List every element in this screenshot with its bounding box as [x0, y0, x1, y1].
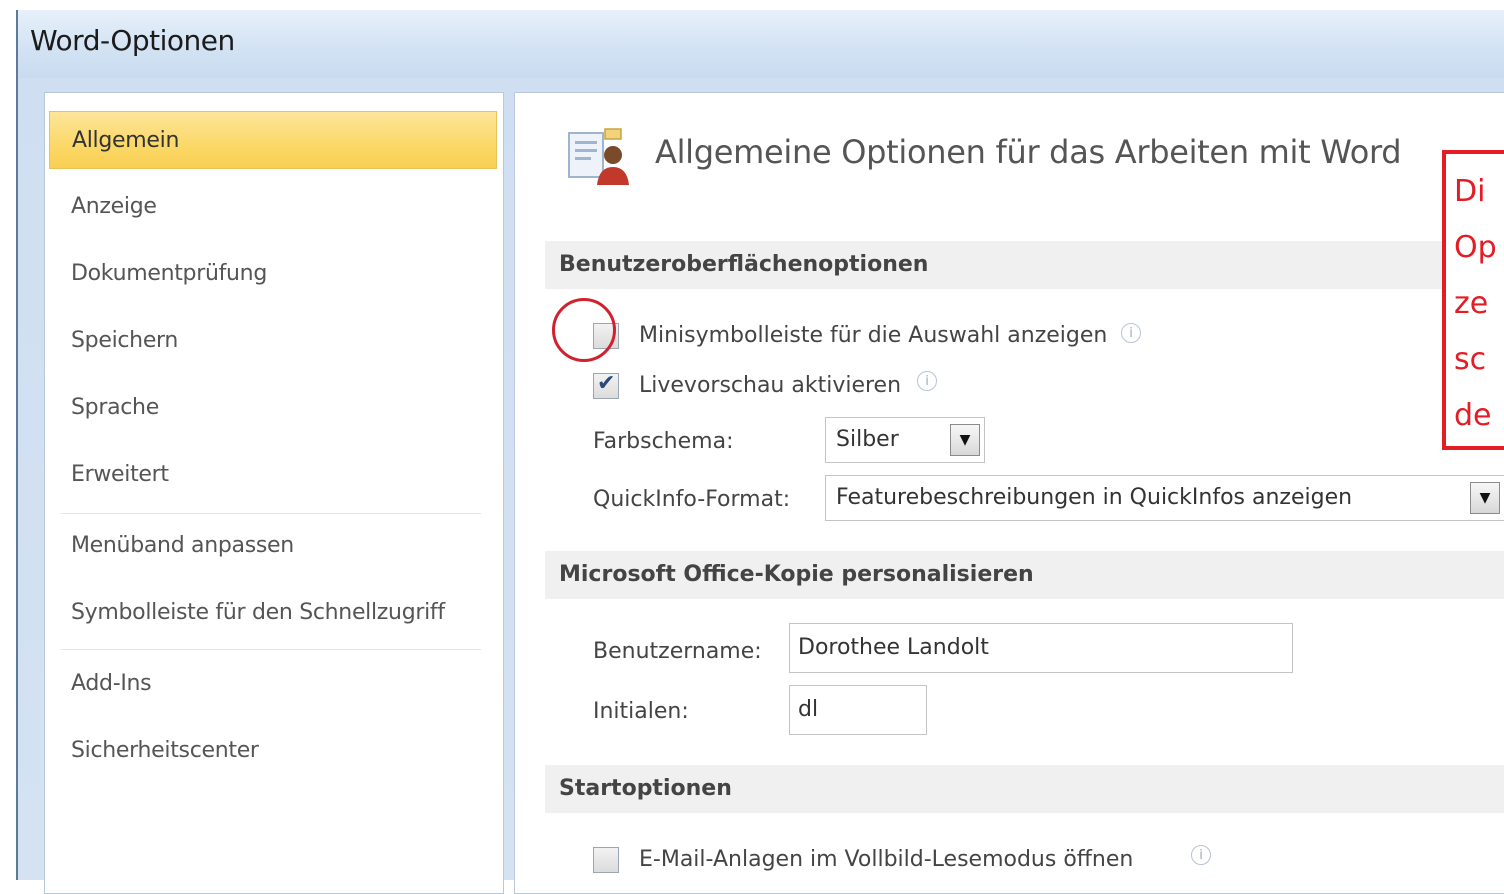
quickinfo-label: QuickInfo-Format: — [593, 487, 791, 512]
quickinfo-value: Featurebeschreibungen in QuickInfos anze… — [836, 485, 1353, 510]
sidebar-item-sprache[interactable]: Sprache — [49, 379, 497, 437]
sidebar-item-anzeige[interactable]: Anzeige — [49, 178, 497, 236]
sidebar-divider — [61, 513, 481, 514]
highlight-circle — [552, 298, 616, 362]
page-title: Allgemeine Optionen für das Arbeiten mit… — [655, 133, 1402, 171]
window-title: Word-Optionen — [30, 24, 235, 57]
quickinfo-dropdown[interactable]: Featurebeschreibungen in QuickInfos anze… — [825, 475, 1504, 521]
chevron-down-icon[interactable]: ▼ — [1470, 482, 1500, 514]
word-options-dialog: Word-Optionen Allgemein Anzeige Dokument… — [16, 10, 1504, 894]
sidebar-item-erweitert[interactable]: Erweitert — [49, 446, 497, 504]
username-field[interactable]: Dorothee Landolt — [789, 623, 1293, 673]
email-fullscreen-checkbox[interactable] — [593, 847, 619, 873]
sidebar-item-sicherheitscenter[interactable]: Sicherheitscenter — [49, 722, 497, 780]
username-label: Benutzername: — [593, 639, 762, 664]
annotation-callout: Di Op ze sc de — [1442, 150, 1504, 450]
livepreview-label[interactable]: Livevorschau aktivieren — [639, 373, 901, 398]
general-options-icon — [568, 128, 629, 185]
initials-field[interactable]: dl — [789, 685, 927, 735]
section-header-ui-options: Benutzeroberflächenoptionen — [545, 241, 1504, 289]
sidebar-item-addins[interactable]: Add-Ins — [49, 655, 497, 713]
callout-text: de — [1454, 398, 1492, 433]
sidebar-item-menueband[interactable]: Menüband anpassen — [49, 517, 497, 575]
callout-text: ze — [1454, 286, 1489, 321]
colorscheme-label: Farbschema: — [593, 429, 734, 454]
callout-text: sc — [1454, 342, 1487, 377]
section-header-personalize: Microsoft Office-Kopie personalisieren — [545, 551, 1504, 599]
callout-text: Op — [1454, 230, 1497, 265]
email-fullscreen-label[interactable]: E-Mail-Anlagen im Vollbild-Lesemodus öff… — [639, 847, 1133, 872]
sidebar-item-allgemein[interactable]: Allgemein — [49, 111, 497, 169]
sidebar-item-schnellzugriff[interactable]: Symbolleiste für den Schnellzugriff — [49, 584, 497, 642]
info-icon[interactable]: i — [1121, 323, 1141, 343]
info-icon[interactable]: i — [1191, 845, 1211, 865]
initials-label: Initialen: — [593, 699, 689, 724]
info-icon[interactable]: i — [917, 371, 937, 391]
colorscheme-value: Silber — [836, 427, 899, 452]
colorscheme-dropdown[interactable]: Silber ▼ — [825, 417, 985, 463]
sidebar-item-speichern[interactable]: Speichern — [49, 312, 497, 370]
section-header-start-options: Startoptionen — [545, 765, 1504, 813]
callout-text: Di — [1454, 174, 1486, 209]
title-bar: Word-Optionen — [18, 10, 1504, 78]
sidebar-divider — [61, 649, 481, 650]
chevron-down-icon[interactable]: ▼ — [950, 424, 980, 456]
options-content: Allgemeine Optionen für das Arbeiten mit… — [514, 92, 1504, 894]
livepreview-checkbox[interactable] — [593, 371, 619, 399]
sidebar-item-dokumentpruefung[interactable]: Dokumentprüfung — [49, 245, 497, 303]
options-sidebar: Allgemein Anzeige Dokumentprüfung Speich… — [44, 92, 504, 894]
minisymbol-label[interactable]: Minisymbolleiste für die Auswahl anzeige… — [639, 323, 1107, 348]
